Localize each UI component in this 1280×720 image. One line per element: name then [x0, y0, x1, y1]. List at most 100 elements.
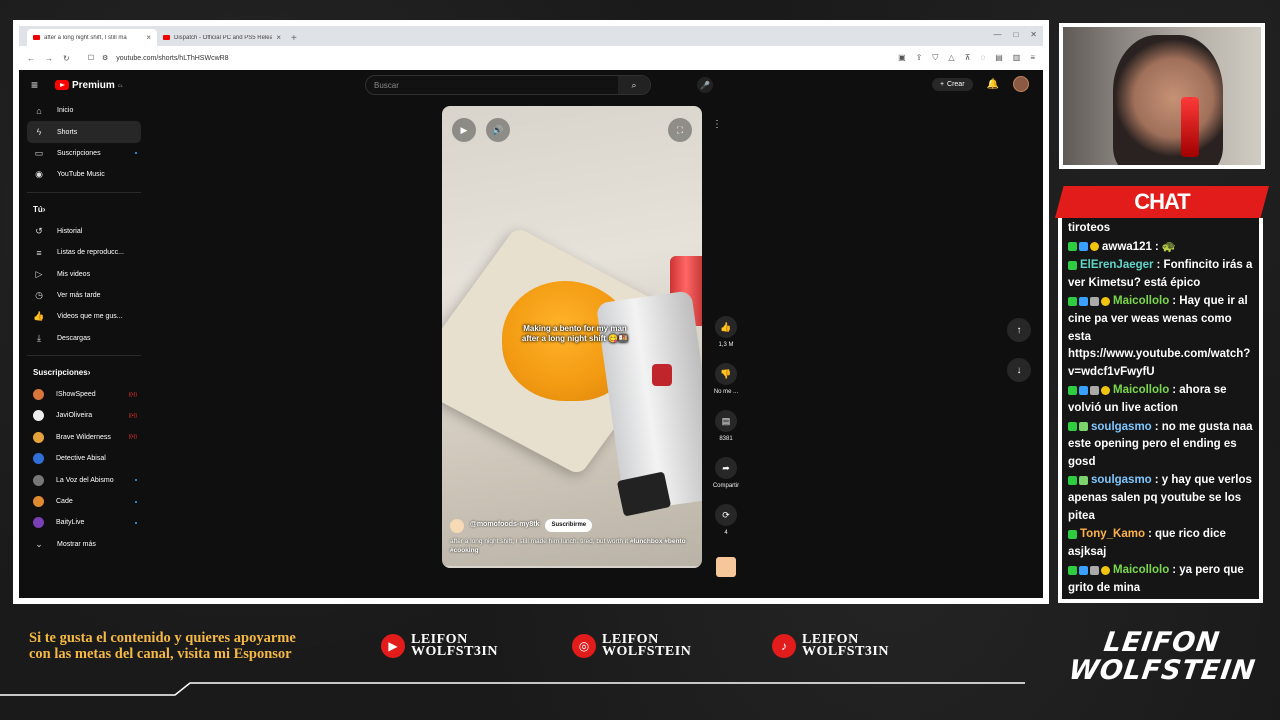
sidebar-item[interactable]: Brave Wilderness ((•)) — [27, 427, 141, 448]
address-bar[interactable]: ☐ ⚙ youtube.com/shorts/hLThHSWcwR8 — [80, 54, 888, 63]
social-link[interactable]: ◎ LEIFON WOLFSTEIN — [572, 633, 691, 659]
close-tab-icon[interactable]: × — [146, 33, 151, 42]
sidebar-item[interactable]: ⤓ Descargas — [27, 328, 141, 349]
show-more-button[interactable]: ⌄ Mostrar más — [27, 534, 141, 555]
channel-name[interactable]: @momofoods-my8tk — [470, 520, 539, 531]
sidebar-item-label: Ver más tarde — [57, 291, 101, 299]
badge-icon — [1068, 296, 1077, 306]
history-icon: ↺ — [35, 225, 43, 236]
avatar[interactable] — [1013, 76, 1029, 92]
like-icon[interactable]: 👍 — [715, 316, 737, 338]
forward-icon[interactable]: → — [45, 54, 53, 63]
new-tab-icon[interactable]: + — [291, 33, 297, 44]
bookmark-icon[interactable]: ☐ — [88, 54, 94, 62]
wallet-icon[interactable]: ▤ — [995, 53, 1003, 63]
user-badges — [1068, 565, 1110, 575]
remix-icon[interactable]: ⟳ — [715, 504, 737, 526]
brand-logo: LEIFON WOLFSTEIN — [1067, 624, 1258, 690]
sidebar-item[interactable]: Detective Abisal — [27, 448, 141, 469]
chat-username[interactable]: Maicollolo — [1113, 295, 1169, 307]
rewards-icon[interactable]: △ — [948, 53, 954, 63]
hamburger-icon[interactable]: ≡ — [31, 78, 55, 92]
youtube-logo[interactable]: Premium CL — [55, 80, 123, 91]
new-content-dot — [135, 500, 137, 503]
sidebar-item[interactable]: BaityLive — [27, 512, 141, 533]
volume-icon[interactable]: 🔊 — [486, 118, 510, 142]
share-icon[interactable]: ⇪ — [916, 53, 923, 63]
sidebar-item[interactable]: ⌂ Inicio — [27, 100, 141, 121]
chat-username[interactable]: soulgasmo — [1091, 421, 1152, 433]
sidebar-item[interactable]: ▭ Suscripciones — [27, 143, 141, 164]
sidebar-icon[interactable]: ▥ — [1013, 53, 1021, 63]
badge-icon — [1079, 475, 1088, 485]
sound-thumbnail[interactable] — [716, 557, 736, 577]
short-info: @momofoods-my8tk Suscribirme after a lon… — [450, 518, 700, 557]
social-handle: LEIFON WOLFST3IN — [802, 633, 889, 659]
progress-bar[interactable] — [442, 566, 702, 568]
chat-username[interactable]: Tony_Kamo — [1080, 528, 1145, 540]
fullscreen-icon[interactable]: ⛶ — [668, 118, 692, 142]
chat-username[interactable]: ElErenJaeger — [1080, 259, 1154, 271]
sidebar-item[interactable]: Cade — [27, 491, 141, 512]
close-tab-icon[interactable]: × — [276, 33, 281, 42]
social-link[interactable]: ♪ LEIFON WOLFST3IN — [772, 633, 889, 659]
social-link[interactable]: ▶ LEIFON WOLFST3IN — [381, 633, 498, 659]
subscribe-button[interactable]: Suscribirme — [545, 519, 593, 532]
music-icon: ◉ — [35, 169, 43, 180]
microphone-icon[interactable]: 🎤 — [697, 77, 713, 93]
video-caption: Making a bento for my man after a long n… — [510, 324, 640, 345]
search-placeholder: Buscar — [374, 80, 399, 90]
next-short-icon[interactable]: ↓ — [1007, 358, 1031, 382]
sidebar-item[interactable]: ◉ YouTube Music — [27, 164, 141, 185]
previous-short-icon[interactable]: ↑ — [1007, 318, 1031, 342]
subscriptions-heading[interactable]: Suscripciones › — [19, 362, 149, 384]
sidebar-item[interactable]: JaviOliveira ((•)) — [27, 405, 141, 426]
sidebar-item[interactable]: La Voz del Abismo — [27, 469, 141, 490]
comments-icon[interactable]: ▤ — [715, 410, 737, 432]
channel-avatar — [33, 474, 44, 486]
sidebar-item[interactable]: ◷ Ver más tarde — [27, 285, 141, 306]
share-arrow-icon[interactable]: ➦ — [715, 457, 737, 479]
browser-toolbar: ← → ↻ ☐ ⚙ youtube.com/shorts/hLThHSWcwR8… — [19, 46, 1043, 70]
search-icon[interactable]: ⌕ — [618, 76, 650, 94]
reload-icon[interactable]: ↻ — [63, 54, 70, 63]
minimize-icon[interactable]: — — [993, 30, 1001, 39]
search-input[interactable]: Buscar ⌕ — [365, 75, 651, 95]
you-section-heading[interactable]: Tú › — [19, 199, 149, 221]
logo-region: CL — [117, 82, 123, 88]
chat-username[interactable]: Maicollolo — [1113, 384, 1169, 396]
chat-icon[interactable]: ◌ — [980, 53, 985, 63]
sidebar-item[interactable]: ϟ Shorts — [27, 121, 141, 143]
sidebar-item[interactable]: IShowSpeed ((•)) — [27, 384, 141, 405]
site-info-icon[interactable]: ⚙ — [102, 54, 108, 62]
browser-tab-active[interactable]: after a long night shift, I still ma × — [27, 29, 157, 46]
channel-avatar — [33, 431, 44, 443]
chat-username[interactable]: awwa121 — [1102, 241, 1152, 253]
pin-icon[interactable]: ⊼ — [965, 53, 971, 63]
sidebar-item[interactable]: ▷ Mis videos — [27, 263, 141, 284]
close-window-icon[interactable]: ✕ — [1030, 30, 1037, 39]
user-badges — [1068, 260, 1077, 270]
sidebar-item-label: Shorts — [57, 128, 78, 136]
more-options-icon[interactable]: ⋮ — [712, 119, 722, 130]
create-button[interactable]: + Crear — [931, 77, 973, 91]
channel-avatar[interactable] — [450, 518, 464, 533]
sidebar-item[interactable]: 👍 Videos que me gus... — [27, 306, 141, 327]
screen-capture-frame: after a long night shift, I still ma × D… — [13, 20, 1049, 604]
chevron-right-icon: › — [87, 368, 91, 378]
sidebar-item[interactable]: ↺ Historial — [27, 221, 141, 242]
maximize-icon[interactable]: □ — [1013, 30, 1018, 39]
sidebar-item[interactable]: ≡ Listas de reproducc... — [27, 242, 141, 263]
play-icon[interactable]: ▶ — [452, 118, 476, 142]
notifications-bell-icon[interactable]: 🔔 — [987, 79, 999, 90]
divider — [27, 354, 141, 356]
short-video-player[interactable]: ▶ 🔊 ⛶ Making a bento for my man after a … — [442, 106, 702, 568]
back-icon[interactable]: ← — [27, 54, 35, 63]
brave-shield-icon[interactable]: ⛉ — [932, 53, 938, 63]
chat-username[interactable]: Maicollolo — [1113, 564, 1169, 576]
chat-username[interactable]: soulgasmo — [1091, 474, 1152, 486]
extension-icon[interactable]: ▣ — [898, 53, 906, 63]
menu-icon[interactable]: ≡ — [1030, 53, 1035, 63]
browser-tab[interactable]: Dispatch - Official PC and PS5 Relea × — [157, 29, 287, 46]
dislike-icon[interactable]: 👎 — [715, 363, 737, 385]
